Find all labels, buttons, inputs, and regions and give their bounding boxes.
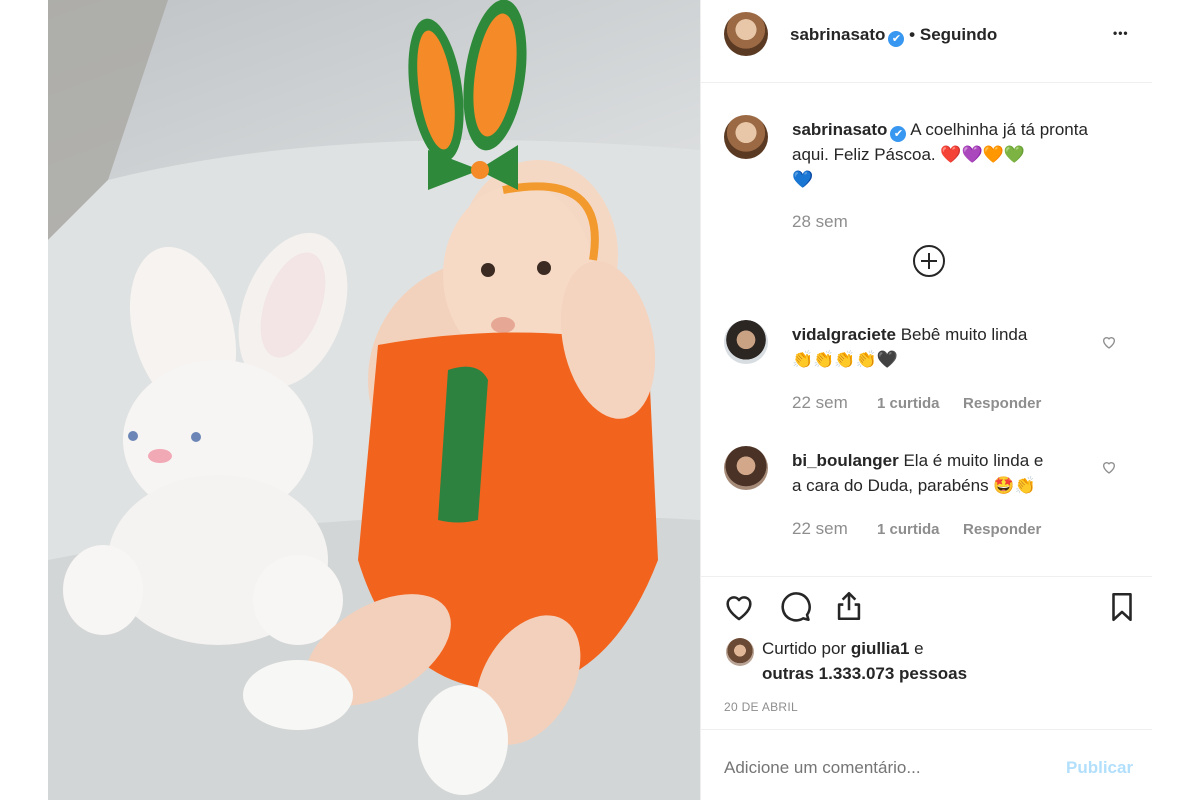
caption-author-avatar[interactable] <box>724 115 768 159</box>
comment-age: 22 sem <box>792 519 848 538</box>
caption-emoji-line2: 💙 <box>792 170 814 189</box>
following-button[interactable]: Seguindo <box>920 25 997 44</box>
caption-username[interactable]: sabrinasato <box>792 120 887 139</box>
likes-suffix: e <box>914 639 924 658</box>
caption-emoji: ❤️💜🧡💚 <box>940 145 1026 164</box>
comment-avatar[interactable] <box>724 446 768 490</box>
likes-others[interactable]: outras 1.333.073 pessoas <box>762 664 967 683</box>
liker-avatar[interactable] <box>726 638 754 666</box>
comment-like-icon[interactable] <box>1101 459 1117 475</box>
reply-button[interactable]: Responder <box>963 391 1041 416</box>
caption: sabrinasato ✔ A coelhinha já tá pronta aq… <box>792 117 1122 192</box>
author-avatar[interactable] <box>724 12 768 56</box>
post-header: sabrinasato ✔ • Seguindo <box>790 22 997 47</box>
verified-badge-icon: ✔ <box>888 31 905 47</box>
comment-username[interactable]: vidalgraciete <box>792 325 896 344</box>
comment-input[interactable] <box>724 754 1054 782</box>
author-username[interactable]: sabrinasato <box>790 25 885 44</box>
publish-button[interactable]: Publicar <box>1066 755 1133 780</box>
post-side-panel: sabrinasato ✔ • Seguindo ••• sabrinasato ✔… <box>701 0 1152 800</box>
comment: bi_boulanger Ela é muito linda e a cara … <box>792 448 1092 498</box>
comment-likes[interactable]: 1 curtida <box>877 391 940 416</box>
actions-divider <box>701 576 1152 577</box>
header-divider <box>701 82 1152 83</box>
comment-icon[interactable] <box>778 590 812 624</box>
comment-text: Bebê muito linda <box>900 325 1028 344</box>
comment-text: Ela é muito linda e <box>903 451 1044 470</box>
liker-username[interactable]: giullia1 <box>851 639 910 658</box>
share-icon[interactable] <box>832 589 866 623</box>
comment-input-divider <box>701 729 1152 730</box>
heart-icon[interactable] <box>722 590 756 624</box>
header-separator: • <box>909 25 916 44</box>
comment-emoji: 🤩👏 <box>993 476 1036 495</box>
comment-emoji: 👏👏👏👏🖤 <box>792 350 898 369</box>
comment-avatar[interactable] <box>724 320 768 364</box>
likes-summary: Curtido por giullia1 e outras 1.333.073 … <box>762 636 1122 686</box>
bookmark-icon[interactable] <box>1105 590 1139 624</box>
comment-age: 22 sem <box>792 393 848 412</box>
post-photo[interactable] <box>48 0 700 800</box>
comment-username[interactable]: bi_boulanger <box>792 451 899 470</box>
comment-text-line2: a cara do Duda, parabéns <box>792 476 989 495</box>
comment-like-icon[interactable] <box>1101 334 1117 350</box>
caption-age: 28 sem <box>792 212 848 231</box>
likes-prefix: Curtido por <box>762 639 847 658</box>
baby-easter-photo <box>48 0 700 800</box>
verified-badge-icon: ✔ <box>890 126 907 142</box>
more-options-icon[interactable]: ••• <box>1113 21 1129 46</box>
comment-likes[interactable]: 1 curtida <box>877 517 940 542</box>
post-date: 20 DE ABRIL <box>724 700 799 714</box>
comment: vidalgraciete Bebê muito linda 👏👏👏👏🖤 <box>792 322 1092 372</box>
reply-button[interactable]: Responder <box>963 517 1041 542</box>
load-more-comments-icon[interactable] <box>912 244 946 278</box>
